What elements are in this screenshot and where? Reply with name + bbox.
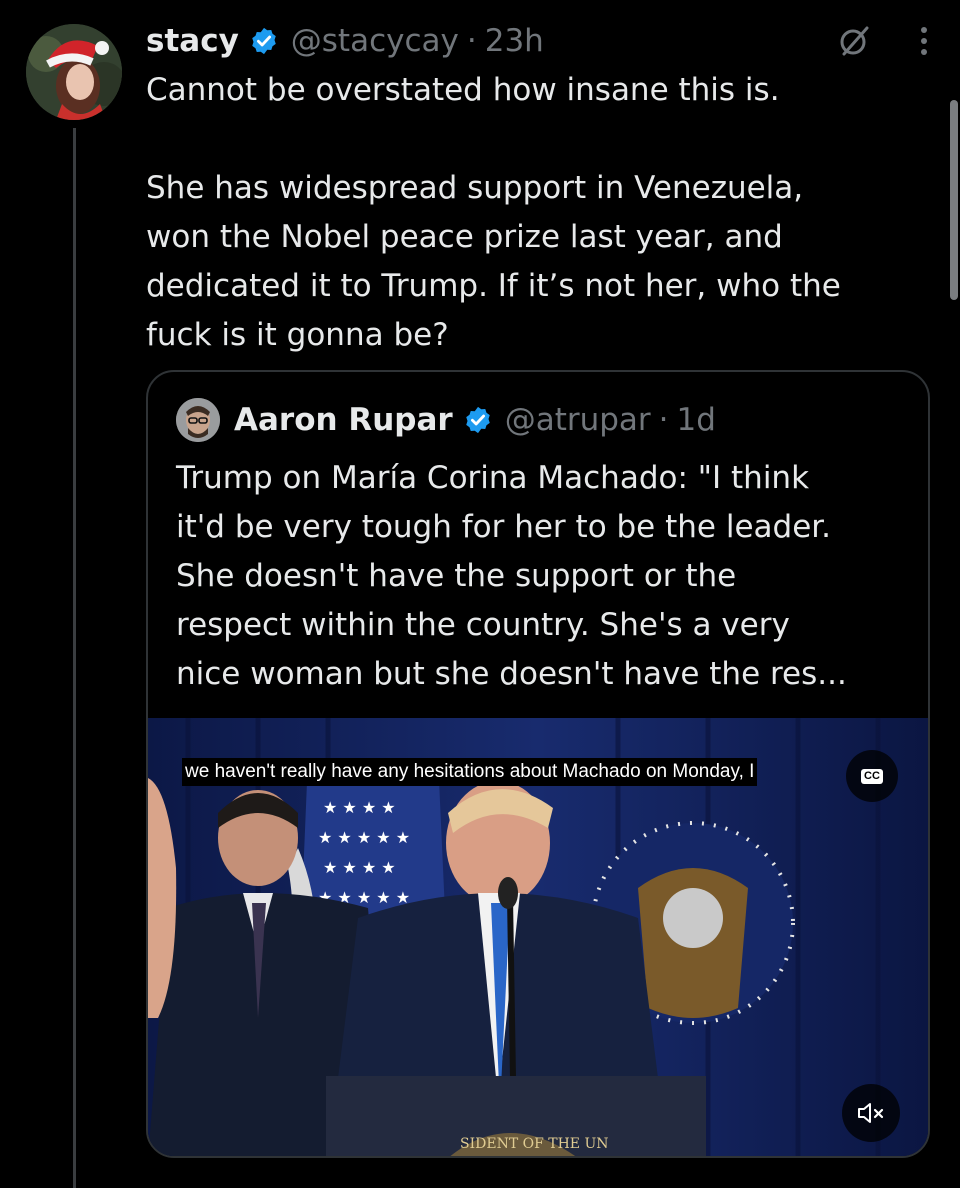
cc-icon: CC bbox=[861, 768, 883, 784]
video-player[interactable]: ★ ★ ★ ★ ★ ★ ★ ★ ★ ★ ★ ★ ★ ★ ★ ★ ★ ★ SIDE… bbox=[148, 718, 928, 1156]
quote-separator-dot: · bbox=[658, 402, 669, 438]
svg-text:★ ★ ★ ★ ★: ★ ★ ★ ★ ★ bbox=[318, 828, 410, 847]
more-options-icon[interactable] bbox=[912, 21, 936, 61]
volume-muted-icon bbox=[858, 1103, 884, 1123]
thread-line bbox=[73, 128, 76, 1188]
quote-verified-badge-icon[interactable] bbox=[463, 405, 493, 435]
verified-badge-icon[interactable] bbox=[249, 26, 279, 56]
tweet-text: Cannot be overstated how insane this is.… bbox=[146, 66, 936, 360]
author-name[interactable]: stacy bbox=[146, 23, 239, 59]
tweet-time[interactable]: 23h bbox=[485, 23, 544, 59]
author-avatar[interactable] bbox=[26, 24, 122, 120]
svg-text:★ ★ ★ ★: ★ ★ ★ ★ bbox=[323, 858, 396, 877]
avatar-photo bbox=[26, 24, 122, 120]
quote-author-name[interactable]: Aaron Rupar bbox=[234, 402, 453, 438]
quote-time[interactable]: 1d bbox=[677, 402, 716, 438]
scrollbar[interactable] bbox=[950, 100, 958, 300]
quote-header: Aaron Rupar @atrupar · 1d bbox=[176, 394, 716, 446]
grok-icon[interactable] bbox=[834, 21, 874, 61]
quote-text: Trump on María Corina Machado: "I think … bbox=[176, 460, 847, 692]
closed-captions-button[interactable]: CC bbox=[846, 750, 898, 802]
tweet-text-paragraph: She has widespread support in Venezuela,… bbox=[146, 170, 841, 353]
quote-author-handle[interactable]: @atrupar bbox=[505, 402, 651, 438]
podium-seal-text: SIDENT OF THE UN bbox=[460, 1136, 609, 1152]
quote-author-avatar[interactable] bbox=[176, 398, 220, 442]
svg-text:★ ★ ★ ★: ★ ★ ★ ★ bbox=[323, 798, 396, 817]
mute-toggle-button[interactable] bbox=[842, 1084, 900, 1142]
quote-tweet-card[interactable]: Aaron Rupar @atrupar · 1d Trump on María… bbox=[146, 370, 930, 1158]
separator-dot: · bbox=[466, 23, 477, 59]
tweet-text-line: Cannot be overstated how insane this is. bbox=[146, 72, 780, 108]
tweet-header: stacy @stacycay · 23h bbox=[146, 18, 936, 64]
video-caption: we haven't really have any hesitations a… bbox=[182, 758, 758, 786]
author-handle[interactable]: @stacycay bbox=[291, 23, 459, 59]
